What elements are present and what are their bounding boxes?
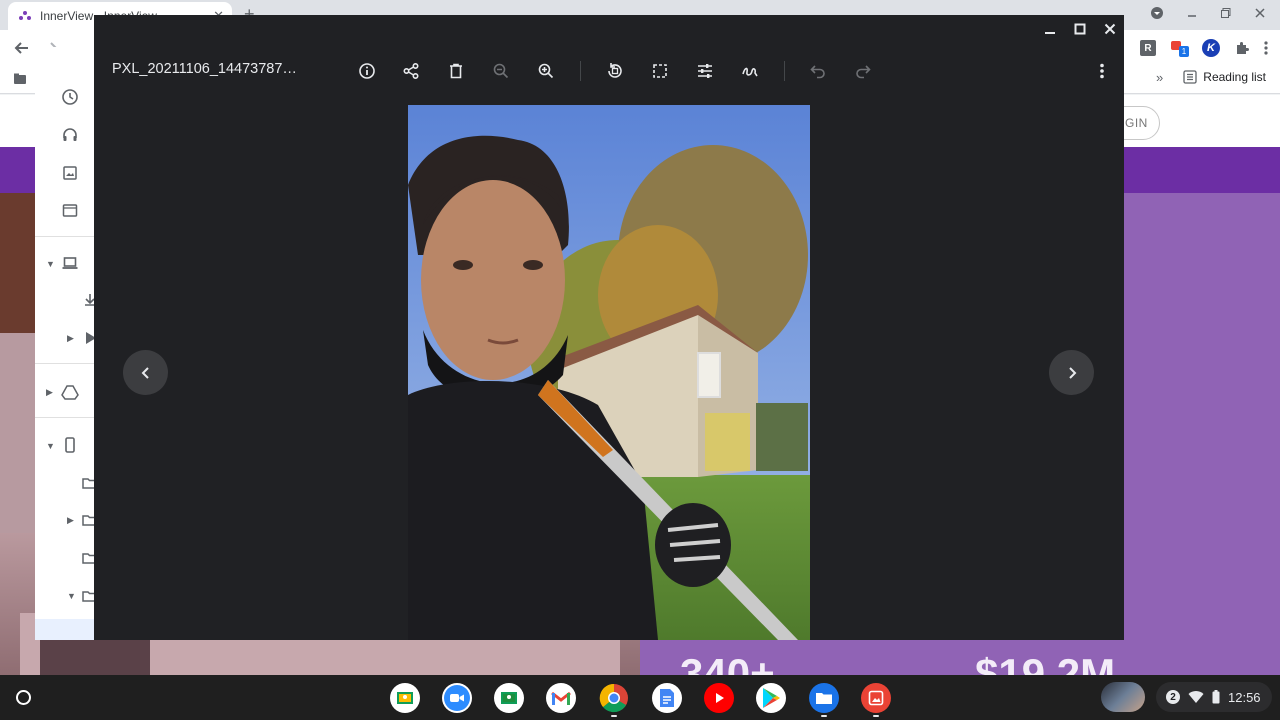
apps-bookmark-icon[interactable] <box>13 72 27 86</box>
notification-count: 2 <box>1166 690 1180 704</box>
redo-icon[interactable] <box>853 61 873 81</box>
expand-arrow-icon[interactable]: ▶ <box>46 387 53 398</box>
extension-r-icon[interactable]: R <box>1140 40 1156 56</box>
maximize-icon[interactable] <box>1074 23 1086 35</box>
my-files-laptop-icon[interactable] <box>61 254 79 272</box>
previous-photo-button[interactable] <box>123 350 168 395</box>
browser-close-icon[interactable] <box>1254 7 1266 19</box>
shelf <box>0 675 1280 720</box>
toolbar-divider <box>784 61 785 81</box>
share-icon[interactable] <box>401 61 421 81</box>
browser-menu-icon[interactable] <box>1264 40 1268 56</box>
bookmarks-overflow-button[interactable]: » <box>1156 70 1163 85</box>
status-tray[interactable]: 2 12:56 <box>1156 682 1272 712</box>
extension-badge-count: 1 <box>1179 46 1189 57</box>
adjust-icon[interactable] <box>695 61 715 81</box>
zoom-out-icon[interactable] <box>491 61 511 81</box>
google-docs-app-icon[interactable] <box>652 683 682 713</box>
browser-minimize-icon[interactable] <box>1186 7 1198 19</box>
youtube-app-icon[interactable] <box>704 683 734 713</box>
browser-window-controls <box>1150 6 1266 20</box>
crop-icon[interactable] <box>650 61 670 81</box>
reading-list-button[interactable]: Reading list <box>1183 70 1266 84</box>
battery-icon <box>1212 690 1220 704</box>
close-icon[interactable] <box>1104 23 1116 35</box>
undo-icon[interactable] <box>808 61 828 81</box>
annotate-icon[interactable] <box>740 61 760 81</box>
collapse-arrow-icon[interactable]: ▼ <box>46 441 55 451</box>
gallery-app-icon[interactable] <box>861 683 891 713</box>
collapse-arrow-icon[interactable]: ▼ <box>46 259 55 269</box>
extension-badge-icon[interactable]: 1 <box>1170 39 1189 57</box>
reading-list-icon <box>1183 70 1197 84</box>
clock: 12:56 <box>1228 689 1261 705</box>
viewer-window-controls <box>1044 23 1116 35</box>
file-name: PXL_20211106_14473787… <box>112 61 297 77</box>
files-app-icon[interactable] <box>809 683 839 713</box>
google-classroom-app-icon[interactable] <box>390 683 420 713</box>
profile-dropdown-icon[interactable] <box>1150 6 1164 20</box>
files-app-sidebar: ▼ ▶ ▶ ▼ ▶ ▼ <box>35 47 98 640</box>
chrome-app-icon[interactable] <box>599 683 629 713</box>
collapse-arrow-icon[interactable]: ▼ <box>67 591 76 601</box>
launcher-circle-icon <box>15 689 31 705</box>
google-classroom-2-app-icon[interactable] <box>494 683 524 713</box>
sidebar-divider <box>35 363 95 364</box>
recent-icon[interactable] <box>61 88 79 106</box>
info-icon[interactable] <box>357 61 377 81</box>
back-arrow-icon[interactable] <box>12 38 32 58</box>
chevron-right-icon <box>1065 366 1079 380</box>
extensions-row: R 1 K <box>1140 36 1268 60</box>
next-photo-button[interactable] <box>1049 350 1094 395</box>
zoom-app-icon[interactable] <box>442 683 472 713</box>
images-icon[interactable] <box>61 164 79 182</box>
gallery-viewer-window: PXL_20211106_14473787… <box>94 15 1124 640</box>
expand-arrow-icon[interactable]: ▶ <box>67 515 74 526</box>
sidebar-divider <box>35 417 95 418</box>
extension-k-icon[interactable]: K <box>1202 39 1220 57</box>
google-drive-icon[interactable] <box>61 383 79 401</box>
phone-hub-avatar[interactable] <box>1101 682 1145 712</box>
selected-folder-row[interactable] <box>35 619 95 640</box>
minimize-icon[interactable] <box>1044 23 1056 35</box>
audio-icon[interactable] <box>61 126 79 144</box>
sidebar-divider <box>35 236 95 237</box>
reading-list-label: Reading list <box>1203 70 1266 84</box>
chrome-running-indicator <box>611 715 617 717</box>
chevron-left-icon <box>139 366 153 380</box>
files-running-indicator <box>821 715 827 717</box>
play-store-app-icon[interactable] <box>756 683 786 713</box>
videos-icon[interactable] <box>61 201 79 219</box>
delete-icon[interactable] <box>446 61 466 81</box>
launcher-button[interactable] <box>8 682 38 712</box>
innerview-favicon-icon <box>18 9 32 23</box>
gallery-running-indicator <box>873 715 879 717</box>
browser-restore-icon[interactable] <box>1220 7 1232 19</box>
more-icon[interactable] <box>1092 61 1112 81</box>
rotate-icon[interactable] <box>605 61 625 81</box>
gmail-app-icon[interactable] <box>546 683 576 713</box>
toolbar-divider <box>580 61 581 81</box>
extensions-puzzle-icon[interactable] <box>1234 40 1250 56</box>
expand-arrow-icon[interactable]: ▶ <box>67 333 74 344</box>
phone-icon[interactable] <box>61 436 79 454</box>
wifi-icon <box>1188 690 1204 704</box>
photo-image <box>408 105 810 640</box>
zoom-in-icon[interactable] <box>536 61 556 81</box>
